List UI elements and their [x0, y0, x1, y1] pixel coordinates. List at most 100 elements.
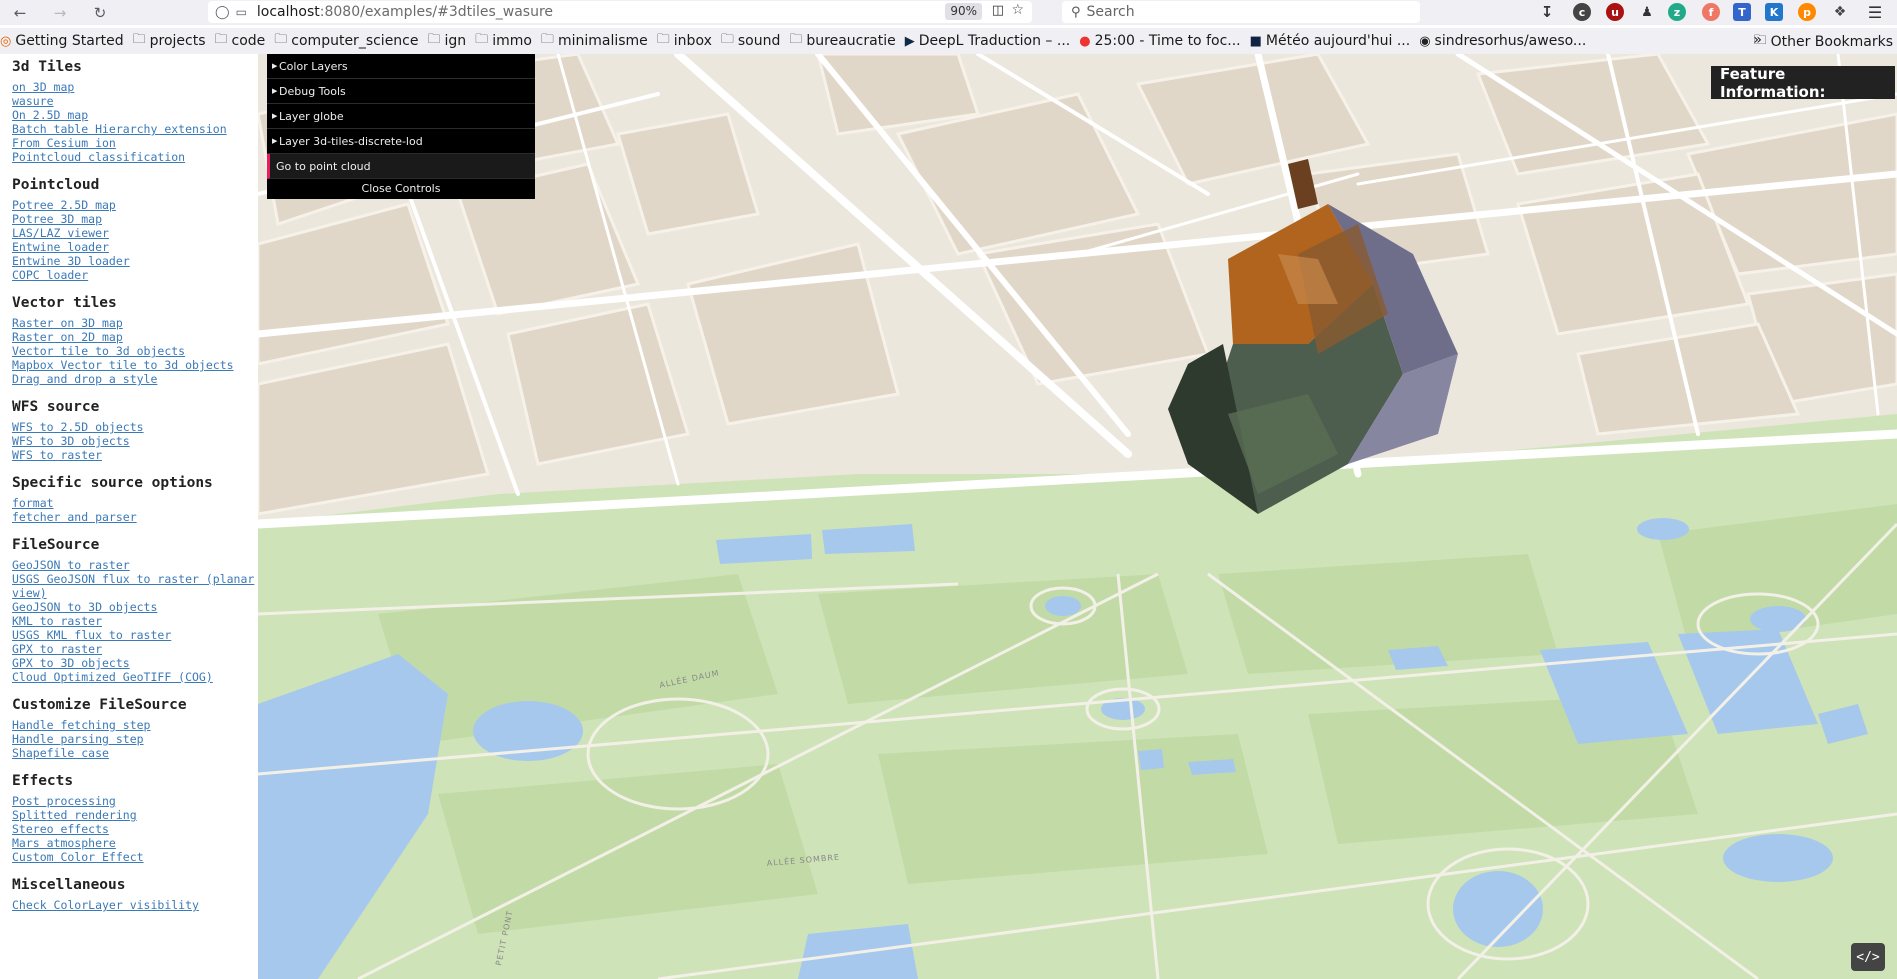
ublock-icon[interactable]: u [1606, 3, 1624, 21]
sidebar-link[interactable]: COPC loader [12, 268, 258, 282]
bookmark-label: sindresorhus/aweso... [1434, 33, 1587, 49]
sidebar-link[interactable]: Raster on 3D map [12, 316, 258, 330]
sidebar-section: 3d Tiles on 3D map wasure On 2.5D map Batch … [12, 58, 258, 164]
extensions-puzzle-icon[interactable]: ❖ [1831, 3, 1849, 21]
sidebar-link[interactable]: USGS GeoJSON flux to raster (planar view… [12, 572, 258, 600]
sidebar-link[interactable]: GeoJSON to 3D objects [12, 600, 258, 614]
sidebar-section-title: FileSource [12, 537, 100, 553]
bookmark-label: bureaucratie [806, 33, 896, 49]
gui-folder[interactable]: ▶ Layer globe [267, 104, 535, 129]
bookmark-item[interactable]: ◎ Getting Started [0, 33, 124, 49]
sidebar-section: Effects Post processing Splitted rendering… [12, 772, 258, 864]
sidebar-link[interactable]: Custom Color Effect [12, 850, 258, 864]
zoom-level[interactable]: 90% [945, 3, 982, 20]
browser-toolbar: ← → ↻ ◯ ▭ localhost:8080/examples/#3dtil… [0, 0, 1897, 25]
bookmark-item[interactable]: ● 25:00 - Time to foc... [1079, 33, 1240, 49]
sidebar-link[interactable]: WFS to 3D objects [12, 434, 258, 448]
bookmark-item[interactable]: ▶ DeepL Traduction – ... [905, 33, 1071, 49]
sidebar-link[interactable]: Batch table Hierarchy extension [12, 122, 258, 136]
sidebar-section-title: Effects [12, 773, 74, 789]
sidebar-link[interactable]: Potree 2.5D map [12, 198, 258, 212]
search-placeholder: Search [1086, 4, 1135, 20]
extension-green-icon[interactable]: z [1668, 3, 1686, 21]
sidebar-link[interactable]: USGS KML flux to raster [12, 628, 258, 642]
sidebar-link[interactable]: Pointcloud classification [12, 150, 258, 164]
sidebar-link[interactable]: Splitted rendering [12, 808, 258, 822]
bookmark-label: inbox [673, 33, 712, 49]
sidebar-link[interactable]: Cloud Optimized GeoTIFF (COG) [12, 670, 258, 684]
sidebar-section-title: Pointcloud [12, 177, 100, 193]
bookmark-item[interactable]: 🗀 ign [428, 30, 467, 52]
bookmark-item[interactable]: 🗀 minimalisme [541, 30, 648, 52]
extension-c-icon[interactable]: c [1573, 3, 1591, 21]
sidebar-link[interactable]: Shapefile case [12, 746, 258, 760]
sidebar-link[interactable]: LAS/LAZ viewer [12, 226, 258, 240]
sidebar-link[interactable]: GeoJSON to raster [12, 558, 258, 572]
sidebar-link[interactable]: Vector tile to 3d objects [12, 344, 258, 358]
bookmark-item[interactable]: 🗀 immo [475, 30, 532, 52]
shield-icon[interactable]: ◯ [215, 5, 230, 20]
bookmark-label: minimalisme [557, 33, 648, 49]
bookmark-star-icon[interactable]: ☆ [1011, 2, 1024, 18]
go-to-point-cloud-button[interactable]: Go to point cloud [267, 154, 535, 179]
sidebar-section-title: Vector tiles [12, 295, 117, 311]
extension-fox-icon[interactable]: f [1702, 3, 1720, 21]
extension-orange-icon[interactable]: p [1798, 3, 1816, 21]
bookmark-label: computer_science [291, 33, 419, 49]
sidebar-link[interactable]: Drag and drop a style [12, 372, 258, 386]
download-icon[interactable]: ↧ [1538, 3, 1556, 21]
sidebar-link[interactable]: Raster on 2D map [12, 330, 258, 344]
sidebar-link[interactable]: format [12, 496, 258, 510]
bookmark-item[interactable]: ■ Météo aujourd'hui ... [1250, 33, 1411, 49]
sidebar-link[interactable]: On 2.5D map [12, 108, 258, 122]
bookmark-item[interactable]: 🗀 inbox [657, 30, 712, 52]
gui-folder[interactable]: ▶ Color Layers [267, 54, 535, 79]
sidebar-link[interactable]: From Cesium ion [12, 136, 258, 150]
sidebar-link[interactable]: Mars atmosphere [12, 836, 258, 850]
sidebar-link[interactable]: Post processing [12, 794, 258, 808]
sidebar-link[interactable]: KML to raster [12, 614, 258, 628]
sidebar-link[interactable]: Entwine 3D loader [12, 254, 258, 268]
bookmark-label: code [231, 33, 266, 49]
sidebar-link[interactable]: GPX to raster [12, 642, 258, 656]
bookmark-item[interactable]: 🗀 projects [133, 30, 206, 52]
bookmarks-bar: ◎ Getting Started 🗀 projects 🗀 code 🗀 computer_… [0, 28, 1897, 54]
back-icon[interactable]: ← [10, 3, 30, 23]
view-code-button[interactable]: </> [1851, 943, 1885, 971]
url-bar[interactable]: ◯ ▭ localhost:8080/examples/#3dtiles_was… [208, 1, 1032, 23]
sidebar-link[interactable]: WFS to 2.5D objects [12, 420, 258, 434]
bookmark-item[interactable]: 🗀 sound [721, 30, 781, 52]
close-controls-button[interactable]: Close Controls [267, 179, 535, 199]
extension-k-icon[interactable]: K [1765, 3, 1783, 21]
gui-folder[interactable]: ▶ Layer 3d-tiles-discrete-lod [267, 129, 535, 154]
sidebar-link[interactable]: Handle parsing step [12, 732, 258, 746]
gui-folder-label: Color Layers [279, 60, 348, 73]
translate-ext-icon[interactable]: T [1733, 3, 1751, 21]
bookmark-item[interactable]: 🗀 bureaucratie [789, 30, 895, 52]
page-icon[interactable]: ▭ [236, 5, 247, 19]
url-path: :8080/examples/#3dtiles_wasure [319, 4, 554, 20]
sidebar-link[interactable]: fetcher and parser [12, 510, 258, 524]
bookmark-item[interactable]: 🗀 computer_science [274, 30, 418, 52]
extension-person-icon[interactable]: ♟ [1638, 3, 1656, 21]
bookmark-item[interactable]: 🗀 code [215, 30, 266, 52]
bookmark-item[interactable]: ◉ sindresorhus/aweso... [1419, 33, 1586, 49]
sidebar-link[interactable]: Stereo effects [12, 822, 258, 836]
sidebar-link[interactable]: Check ColorLayer visibility [12, 898, 258, 912]
reload-icon[interactable]: ↻ [90, 3, 110, 23]
gui-folder-label: Layer 3d-tiles-discrete-lod [279, 135, 423, 148]
sidebar-link[interactable]: Entwine loader [12, 240, 258, 254]
sidebar-link[interactable]: on 3D map [12, 80, 258, 94]
sidebar-link[interactable]: GPX to 3D objects [12, 656, 258, 670]
translate-icon[interactable]: ◫ [992, 3, 1004, 18]
sidebar-link[interactable]: Potree 3D map [12, 212, 258, 226]
sidebar-link[interactable]: wasure [12, 94, 258, 108]
sidebar-link[interactable]: WFS to raster [12, 448, 258, 462]
sidebar-link[interactable]: Handle fetching step [12, 718, 258, 732]
menu-icon[interactable]: ☰ [1866, 3, 1884, 22]
sidebar-link[interactable]: Mapbox Vector tile to 3d objects [12, 358, 258, 372]
forward-icon[interactable]: → [50, 3, 70, 23]
search-bar[interactable]: ⚲ Search [1062, 1, 1420, 23]
other-bookmarks[interactable]: 🗀 Other Bookmarks [1754, 31, 1893, 53]
gui-folder[interactable]: ▶ Debug Tools [267, 79, 535, 104]
